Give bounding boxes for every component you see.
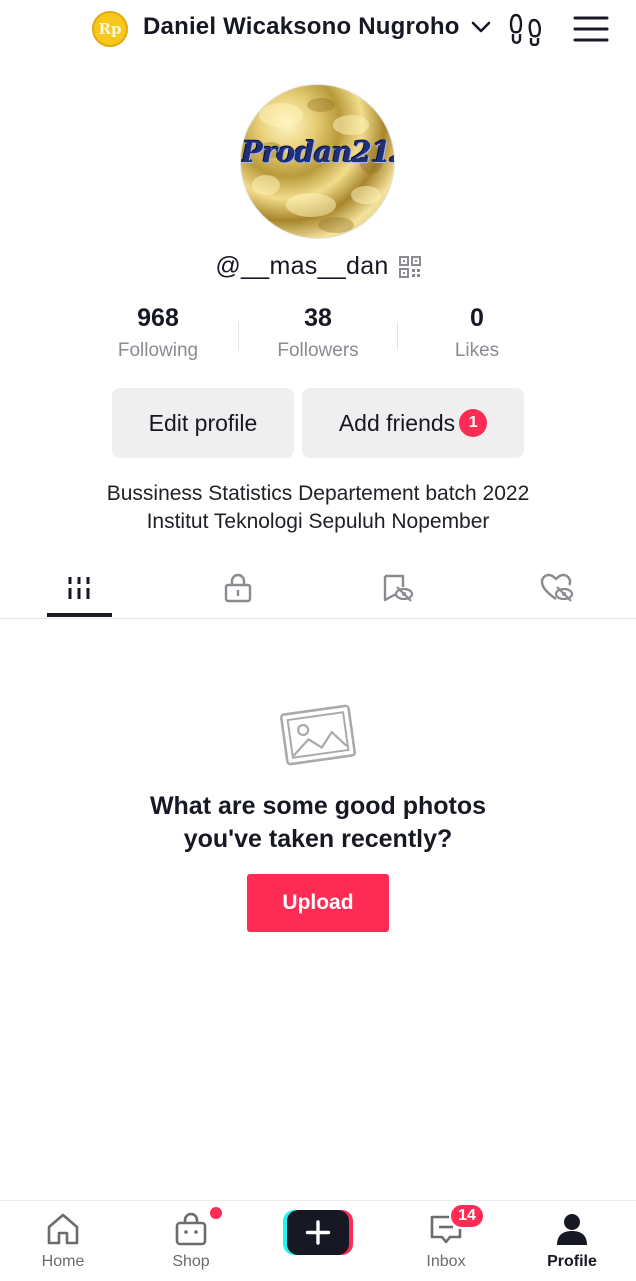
nav-home-label: Home bbox=[41, 1253, 85, 1270]
top-header: Rp Daniel Wicaksono Nugroho bbox=[0, 0, 636, 58]
tab-liked[interactable] bbox=[522, 558, 592, 618]
shopping-bag-icon bbox=[175, 1212, 207, 1246]
bio-line: Institut Teknologi Sepuluh Nopember bbox=[146, 510, 490, 533]
nav-profile[interactable]: Profile bbox=[522, 1201, 622, 1281]
profile-icon bbox=[557, 1214, 587, 1245]
username[interactable]: @__mas__dan bbox=[215, 252, 388, 281]
photo-icon bbox=[279, 704, 357, 766]
stat-label: Likes bbox=[454, 340, 500, 361]
shop-notification-dot bbox=[210, 1207, 222, 1219]
qr-code-icon[interactable] bbox=[398, 255, 421, 278]
footsteps-icon[interactable] bbox=[508, 12, 544, 46]
stat-followers[interactable]: 38 Followers bbox=[238, 304, 398, 362]
empty-state-message: What are some good photos you've taken r… bbox=[0, 790, 636, 856]
empty-state-line: What are some good photos bbox=[149, 792, 487, 820]
nav-shop[interactable]: Shop bbox=[141, 1201, 241, 1281]
stat-value: 0 bbox=[470, 304, 484, 332]
coin-icon[interactable]: Rp bbox=[92, 11, 128, 47]
empty-state-line: you've taken recently? bbox=[183, 825, 453, 853]
add-friends-label: Add friends bbox=[338, 409, 456, 436]
upload-button[interactable]: Upload bbox=[247, 874, 389, 932]
account-name[interactable]: Daniel Wicaksono Nugroho bbox=[143, 13, 460, 41]
tab-reposts[interactable] bbox=[363, 558, 433, 618]
nav-profile-label: Profile bbox=[547, 1253, 597, 1270]
grid-icon bbox=[68, 577, 90, 599]
edit-profile-label: Edit profile bbox=[148, 409, 258, 436]
bio: Bussiness Statistics Departement batch 2… bbox=[0, 480, 636, 536]
nav-shop-label: Shop bbox=[172, 1253, 210, 1270]
username-row: @__mas__dan bbox=[0, 252, 636, 281]
nav-inbox-label: Inbox bbox=[426, 1253, 466, 1270]
avatar[interactable]: Prodan212 bbox=[240, 84, 395, 239]
menu-icon[interactable] bbox=[573, 15, 609, 43]
content-tabs bbox=[0, 558, 636, 619]
tab-private[interactable] bbox=[203, 558, 273, 618]
liked-hidden-icon bbox=[540, 573, 574, 602]
inbox-badge: 14 bbox=[449, 1203, 485, 1229]
edit-profile-button[interactable]: Edit profile bbox=[112, 388, 294, 458]
reposts-hidden-icon bbox=[383, 574, 414, 602]
stat-label: Followers bbox=[277, 340, 359, 361]
add-friends-button[interactable]: Add friends 1 bbox=[302, 388, 524, 458]
active-tab-indicator bbox=[47, 613, 112, 617]
stat-value: 968 bbox=[137, 304, 179, 332]
bio-line: Bussiness Statistics Departement batch 2… bbox=[106, 482, 530, 505]
nav-home[interactable]: Home bbox=[13, 1201, 113, 1281]
lock-icon bbox=[224, 573, 252, 603]
avatar-text: Prodan212 bbox=[241, 135, 395, 169]
notification-badge: 1 bbox=[459, 409, 488, 437]
chevron-down-icon[interactable] bbox=[470, 19, 492, 35]
stat-value: 38 bbox=[304, 304, 332, 332]
stat-likes[interactable]: 0 Likes bbox=[397, 304, 557, 362]
home-icon bbox=[47, 1213, 79, 1245]
stat-following[interactable]: 968 Following bbox=[78, 304, 238, 362]
stat-label: Following bbox=[117, 340, 199, 361]
create-button[interactable] bbox=[283, 1210, 353, 1255]
tab-videos[interactable] bbox=[44, 558, 114, 618]
